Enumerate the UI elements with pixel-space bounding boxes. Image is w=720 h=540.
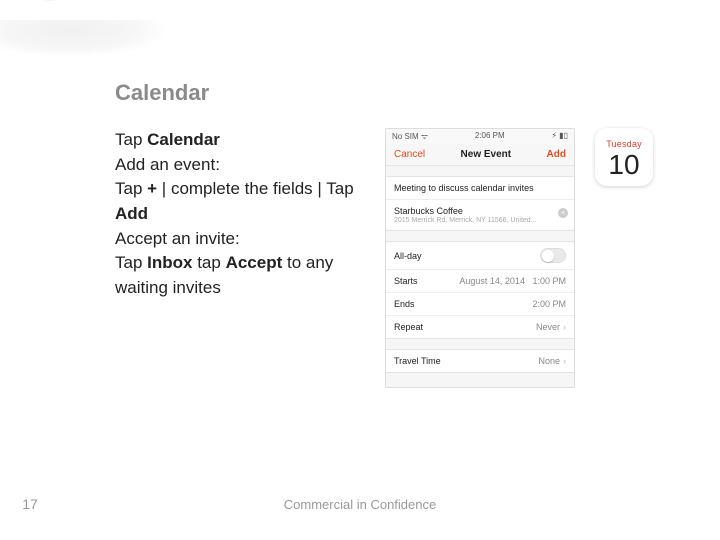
status-carrier: No SIM ᯤ	[392, 131, 428, 142]
repeat-value: Never	[536, 322, 560, 332]
travel-value: None	[538, 356, 560, 366]
text: Add an event:	[115, 153, 365, 178]
calendar-icon-weekday: Tuesday	[606, 139, 642, 149]
phone-status-bar: No SIM ᯤ 2:06 PM ⚡︎ ▮▯	[386, 129, 574, 144]
cancel-button[interactable]: Cancel	[394, 149, 425, 160]
event-title-field[interactable]: Meeting to discuss calendar invites	[386, 177, 574, 200]
text: Tap	[115, 130, 147, 149]
slide-content: Calendar Tap Calendar Add an event: Tap …	[115, 80, 700, 388]
text: tap	[192, 253, 225, 272]
footer-text: Commercial in Confidence	[0, 497, 720, 512]
text-bold: Inbox	[147, 253, 192, 272]
calendar-icon-daynum: 10	[608, 151, 639, 179]
text-bold: +	[147, 179, 157, 198]
allday-toggle[interactable]	[540, 248, 566, 263]
text-bold: Calendar	[147, 130, 220, 149]
location-name: Starbucks Coffee	[394, 206, 463, 216]
allday-row: All-day	[386, 242, 574, 270]
ends-time: 2:00 PM	[532, 299, 566, 309]
event-title-value: Meeting to discuss calendar invites	[394, 183, 534, 193]
ends-row[interactable]: Ends 2:00 PM	[386, 293, 574, 316]
phone-navbar: Cancel New Event Add	[386, 144, 574, 166]
status-time: 2:06 PM	[475, 131, 505, 142]
text: | complete the fields | Tap	[157, 179, 354, 198]
text: Accept an invite:	[115, 227, 365, 252]
starts-label: Starts	[394, 276, 418, 286]
travel-time-row[interactable]: Travel Time None›	[386, 350, 574, 372]
calendar-app-icon: Tuesday 10	[595, 128, 653, 186]
navbar-title: New Event	[461, 149, 512, 160]
slide-footer: 17 Commercial in Confidence	[0, 496, 720, 512]
text: Tap	[115, 253, 147, 272]
text-bold: Accept	[226, 253, 283, 272]
starts-time: 1:00 PM	[532, 276, 566, 286]
status-battery: ⚡︎ ▮▯	[551, 131, 568, 142]
clear-icon[interactable]: ×	[558, 208, 568, 218]
starts-row[interactable]: Starts August 14, 2014 1:00 PM	[386, 270, 574, 293]
allday-label: All-day	[394, 251, 422, 261]
travel-label: Travel Time	[394, 356, 441, 366]
chevron-right-icon: ›	[563, 322, 566, 332]
repeat-row[interactable]: Repeat Never›	[386, 316, 574, 338]
instruction-text: Tap Calendar Add an event: Tap + | compl…	[115, 128, 365, 300]
repeat-label: Repeat	[394, 322, 423, 332]
location-address: 2015 Merrick Rd, Merrick, NY 11566, Unit…	[394, 217, 537, 224]
chevron-right-icon: ›	[563, 356, 566, 366]
slide-title: Calendar	[115, 80, 700, 106]
add-button[interactable]: Add	[547, 149, 566, 160]
starts-date: August 14, 2014	[459, 276, 525, 286]
slide-decoration-swoosh	[0, 0, 190, 50]
event-location-field[interactable]: Starbucks Coffee 2015 Merrick Rd, Merric…	[386, 200, 574, 230]
ends-label: Ends	[394, 299, 415, 309]
phone-screenshot: No SIM ᯤ 2:06 PM ⚡︎ ▮▯ Cancel New Event …	[385, 128, 575, 388]
text-bold: Add	[115, 204, 148, 223]
text: Tap	[115, 179, 147, 198]
